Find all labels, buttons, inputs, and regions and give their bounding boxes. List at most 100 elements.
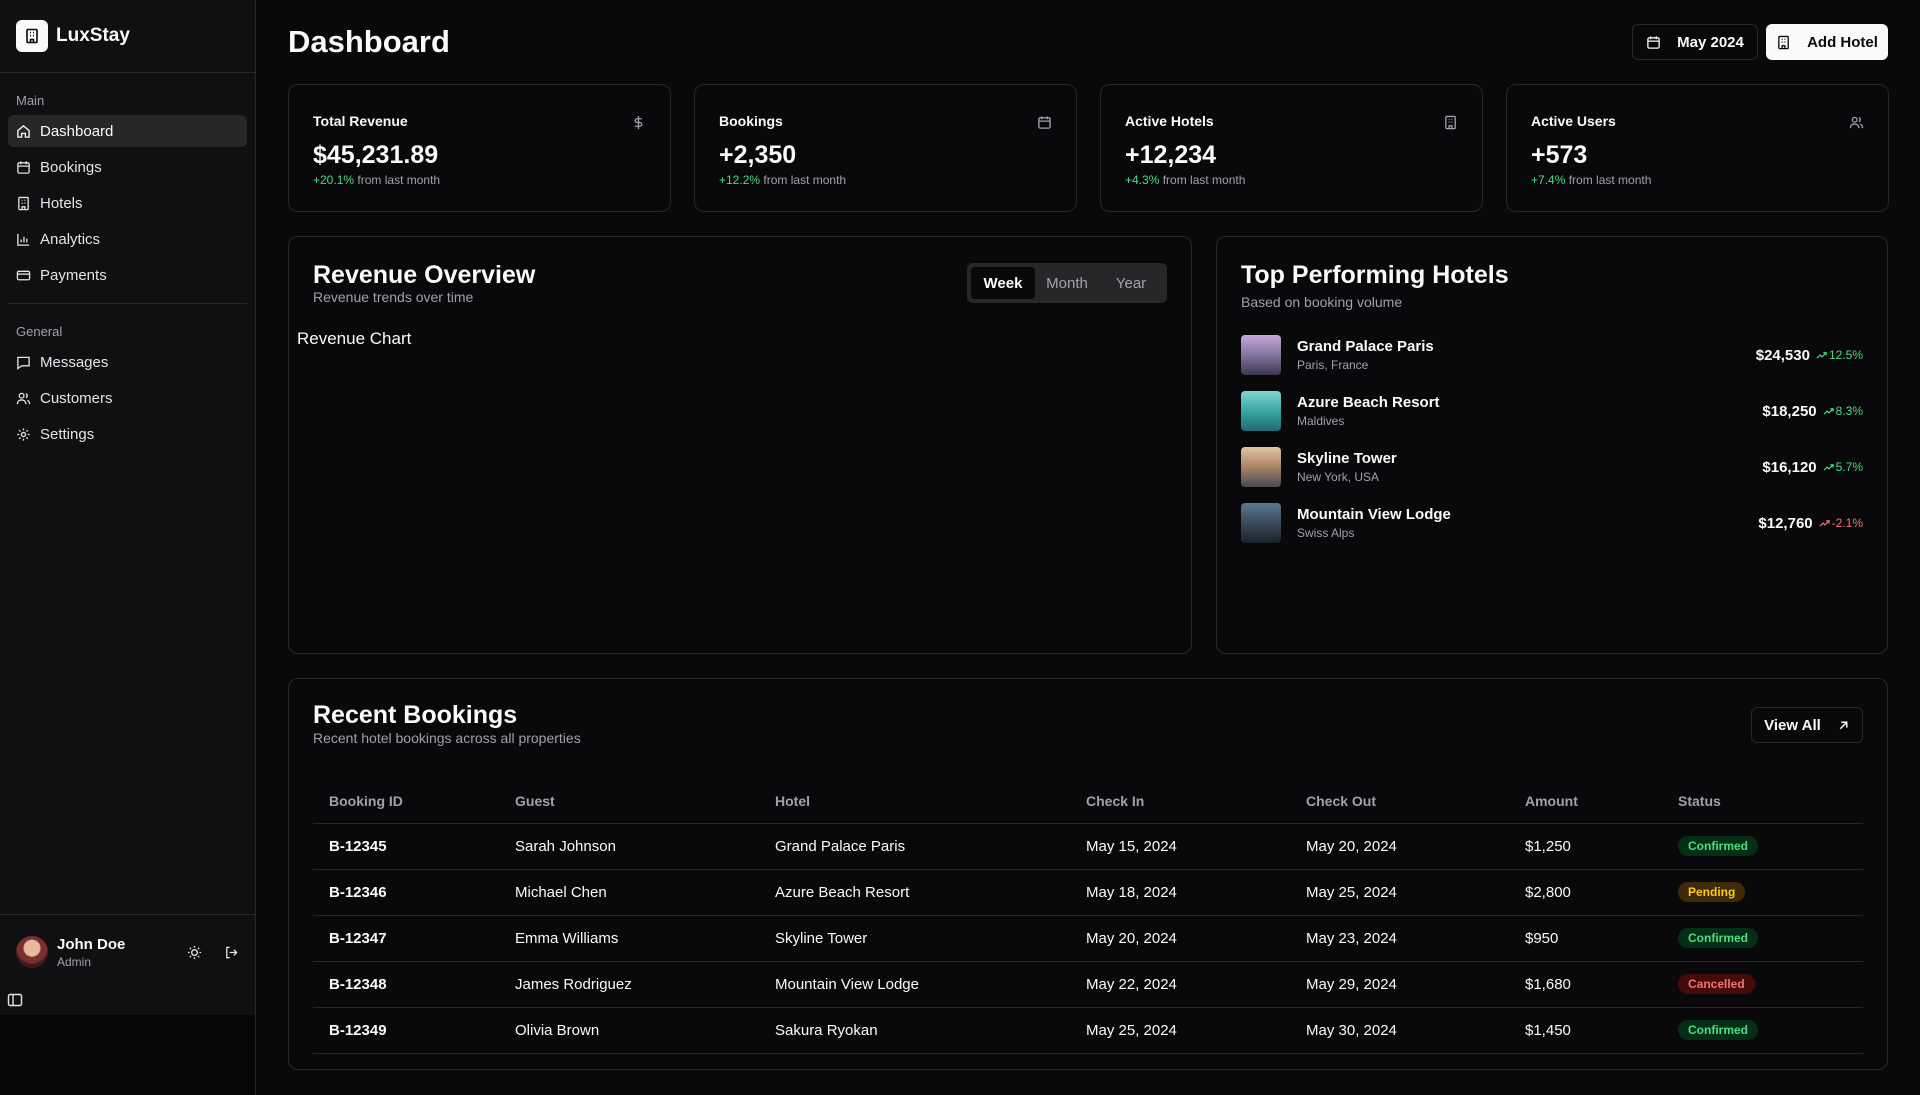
sidebar-bottom xyxy=(0,1015,255,1095)
sidebar-section-main: Main xyxy=(16,92,45,108)
page-title: Dashboard xyxy=(288,24,450,59)
building-logo-icon xyxy=(16,20,48,52)
sidebar-toggle-icon[interactable] xyxy=(7,992,23,1008)
user-profile: John Doe Admin xyxy=(16,932,239,972)
table-row[interactable]: B-12348 James Rodriguez Mountain View Lo… xyxy=(313,961,1863,1008)
booking-amount: $1,250 xyxy=(1509,823,1662,870)
hotel-item[interactable]: Mountain View Lodge Swiss Alps $12,760 -2… xyxy=(1241,503,1863,543)
hotel-thumbnail xyxy=(1241,447,1281,487)
stat-change: +20.1% from last month xyxy=(313,173,441,187)
tab-year[interactable]: Year xyxy=(1099,267,1163,299)
sidebar-item-analytics[interactable]: Analytics xyxy=(8,223,247,255)
sidebar-item-bookings[interactable]: Bookings xyxy=(8,151,247,183)
booking-amount: $2,800 xyxy=(1509,869,1662,916)
view-all-button[interactable]: View All xyxy=(1751,707,1863,743)
sidebar-item-payments[interactable]: Payments xyxy=(8,259,247,291)
stat-card-active-hotels: Active Hotels +12,234 +4.3% from last mo… xyxy=(1100,84,1483,212)
card-title: Recent Bookings xyxy=(313,701,518,729)
booking-id: B-12347 xyxy=(313,915,499,962)
hotel-location: Paris, France xyxy=(1297,358,1369,372)
sidebar-section-general: General xyxy=(16,323,63,339)
booking-amount: $1,450 xyxy=(1509,1007,1662,1054)
table-row[interactable]: B-12349 Olivia Brown Sakura Ryokan May 2… xyxy=(313,1007,1863,1054)
booking-amount: $950 xyxy=(1509,915,1662,962)
stat-value: +12,234 xyxy=(1125,141,1217,169)
guest-name: Sarah Johnson xyxy=(499,823,759,870)
sidebar-item-messages[interactable]: Messages xyxy=(8,346,247,378)
column-header: Check Out xyxy=(1290,779,1509,824)
table-row[interactable]: B-12346 Michael Chen Azure Beach Resort … xyxy=(313,869,1863,916)
hotel-name: Sakura Ryokan xyxy=(759,1007,1070,1054)
add-hotel-button[interactable]: Add Hotel xyxy=(1766,24,1888,60)
stat-title: Bookings xyxy=(719,113,783,129)
users-icon xyxy=(1849,116,1864,129)
hotel-name: Mountain View Lodge xyxy=(1297,506,1451,523)
booking-id: B-12349 xyxy=(313,1007,499,1054)
tab-month[interactable]: Month xyxy=(1035,267,1099,299)
sidebar-item-hotels[interactable]: Hotels xyxy=(8,187,247,219)
date-picker-button[interactable]: May 2024 xyxy=(1632,24,1758,60)
revenue-chart-placeholder: Revenue Chart xyxy=(297,329,412,348)
trending-icon xyxy=(1819,519,1830,527)
sidebar-item-label: Customers xyxy=(40,389,113,407)
stat-change: +4.3% from last month xyxy=(1125,173,1246,187)
check-in-date: May 25, 2024 xyxy=(1070,1007,1290,1054)
logout-icon[interactable] xyxy=(224,945,239,960)
trending-up-icon xyxy=(1823,463,1834,471)
hotel-item[interactable]: Grand Palace Paris Paris, France $24,530 … xyxy=(1241,335,1863,375)
hotel-amount: $24,530 xyxy=(1755,346,1810,364)
sidebar-item-dashboard[interactable]: Dashboard xyxy=(8,115,247,147)
brand-name: LuxStay xyxy=(56,25,130,46)
hotel-trend: 5.7% xyxy=(1823,460,1863,474)
hotel-amount: $18,250 xyxy=(1762,402,1817,420)
column-header: Amount xyxy=(1509,779,1662,824)
stat-title: Active Users xyxy=(1531,113,1616,129)
calendar-icon xyxy=(1038,116,1051,129)
stat-title: Total Revenue xyxy=(313,113,408,129)
revenue-overview-card: Revenue Overview Revenue trends over tim… xyxy=(288,236,1192,654)
table-row[interactable]: B-12347 Emma Williams Skyline Tower May … xyxy=(313,915,1863,962)
sidebar-item-settings[interactable]: Settings xyxy=(8,418,247,450)
hotel-name: Skyline Tower xyxy=(759,915,1070,962)
hotel-thumbnail xyxy=(1241,335,1281,375)
sidebar-item-label: Analytics xyxy=(40,230,101,248)
arrow-up-right-icon xyxy=(1839,720,1848,729)
booking-id: B-12345 xyxy=(313,823,499,870)
hotel-amount: $12,760 xyxy=(1758,514,1813,532)
date-picker-label: May 2024 xyxy=(1677,33,1744,51)
column-header: Check In xyxy=(1070,779,1290,824)
check-in-date: May 22, 2024 xyxy=(1070,961,1290,1008)
table-row[interactable]: B-12345 Sarah Johnson Grand Palace Paris… xyxy=(313,823,1863,870)
hotel-name: Mountain View Lodge xyxy=(759,961,1070,1008)
card-title: Revenue Overview xyxy=(313,261,536,289)
sidebar-item-label: Hotels xyxy=(40,194,83,212)
building-icon xyxy=(1445,115,1456,130)
sun-icon[interactable] xyxy=(187,945,202,960)
status-badge: Cancelled xyxy=(1678,974,1755,994)
stat-value: +2,350 xyxy=(719,141,797,169)
column-header: Status xyxy=(1662,779,1863,824)
hotel-item[interactable]: Skyline Tower New York, USA $16,120 5.7% xyxy=(1241,447,1863,487)
user-role: Admin xyxy=(57,954,92,969)
bar-chart-icon xyxy=(17,233,30,246)
period-tabs: Week Month Year xyxy=(967,263,1167,303)
column-header: Hotel xyxy=(759,779,1070,824)
tab-week[interactable]: Week xyxy=(971,267,1035,299)
booking-id: B-12348 xyxy=(313,961,499,1008)
card-subtitle: Revenue trends over time xyxy=(313,289,474,305)
guest-name: James Rodriguez xyxy=(499,961,759,1008)
avatar[interactable] xyxy=(16,936,48,968)
stat-card-revenue: Total Revenue $45,231.89 +20.1% from las… xyxy=(288,84,671,212)
sidebar-item-label: Settings xyxy=(40,425,95,443)
user-name: John Doe xyxy=(57,935,126,953)
hotel-trend: 12.5% xyxy=(1816,348,1863,362)
status-badge: Confirmed xyxy=(1678,1020,1758,1040)
column-header: Guest xyxy=(499,779,759,824)
stat-value: +573 xyxy=(1531,141,1588,169)
hotel-thumbnail xyxy=(1241,503,1281,543)
hotel-thumbnail xyxy=(1241,391,1281,431)
hotel-item[interactable]: Azure Beach Resort Maldives $18,250 8.3% xyxy=(1241,391,1863,431)
users-icon xyxy=(16,392,31,404)
sidebar-item-customers[interactable]: Customers xyxy=(8,382,247,414)
check-out-date: May 29, 2024 xyxy=(1290,961,1509,1008)
